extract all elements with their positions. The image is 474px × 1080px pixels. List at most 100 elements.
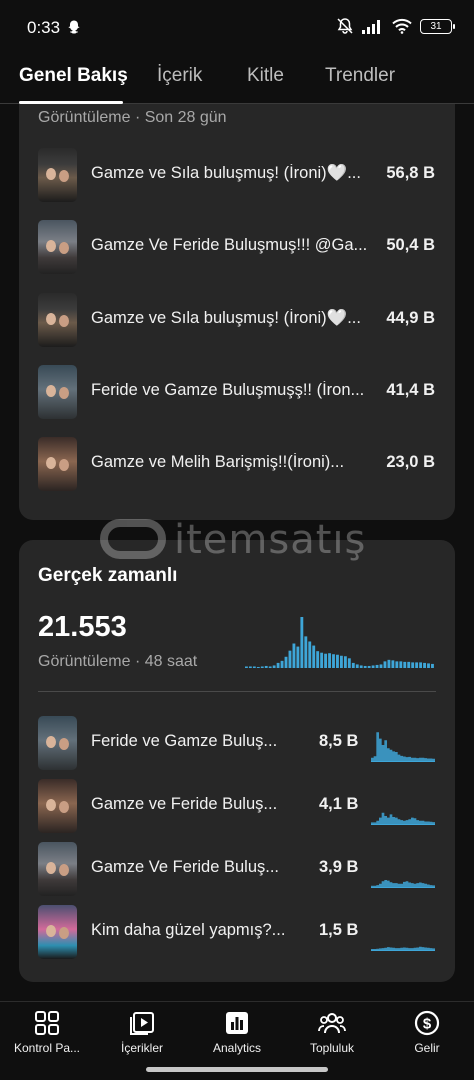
realtime-bar xyxy=(320,652,324,668)
realtime-bar xyxy=(359,665,363,668)
realtime-bar xyxy=(355,664,359,668)
snapchat-ghost-icon xyxy=(68,20,80,34)
video-title: Gamze Ve Feride Buluş... xyxy=(91,858,280,876)
realtime-bar xyxy=(248,666,252,668)
realtime-video-row[interactable]: Feride ve Gamze Buluş... 8,5 B xyxy=(19,716,455,770)
realtime-bar xyxy=(336,654,339,668)
realtime-bar xyxy=(268,666,272,668)
analytics-tabs: Genel Bakış İçerik Kitle Trendler xyxy=(0,50,474,104)
trend-area xyxy=(371,879,435,888)
video-thumbnail xyxy=(38,293,77,347)
video-trend-chart xyxy=(371,879,435,888)
nav-community[interactable]: Topluluk xyxy=(285,1009,379,1055)
nav-content[interactable]: İçerikler xyxy=(95,1009,189,1055)
realtime-bar xyxy=(304,636,308,668)
top-content-row[interactable]: Gamze Ve Feride Buluşmuş!!! @Ga... 50,4 … xyxy=(19,220,455,274)
video-thumbnail xyxy=(38,779,77,833)
realtime-bar xyxy=(296,646,300,668)
realtime-bar xyxy=(411,662,415,668)
realtime-bar xyxy=(300,617,304,668)
video-thumbnail xyxy=(38,148,77,202)
video-title: Feride ve Gamze Buluş... xyxy=(91,732,278,750)
realtime-video-row[interactable]: Gamze ve Feride Buluş... 4,1 B xyxy=(19,779,455,833)
nav-dashboard[interactable]: Kontrol Pa... xyxy=(0,1009,94,1055)
nav-label: Topluluk xyxy=(309,1041,355,1055)
realtime-bar xyxy=(272,665,276,668)
video-title: Gamze ve Feride Buluş... xyxy=(91,795,278,813)
video-trend-chart xyxy=(371,946,435,951)
realtime-bar xyxy=(288,650,292,668)
realtime-bar xyxy=(379,664,383,668)
home-indicator[interactable] xyxy=(146,1067,328,1072)
realtime-card[interactable]: Gerçek zamanlı 21.553 Görüntüleme · 48 s… xyxy=(19,540,455,982)
top-content-card: Görüntüleme · Son 28 gün Gamze ve Sıla b… xyxy=(19,104,455,520)
realtime-bar xyxy=(343,656,347,668)
realtime-title: Gerçek zamanlı xyxy=(38,565,178,586)
tab-audience[interactable]: Kitle xyxy=(247,65,284,87)
realtime-bar xyxy=(252,666,256,668)
realtime-bar xyxy=(407,661,411,668)
realtime-bar xyxy=(383,661,387,668)
battery-level: 31 xyxy=(430,20,442,32)
status-icons: 31 xyxy=(336,17,455,35)
battery-icon: 31 xyxy=(420,18,455,34)
video-views: 50,4 B xyxy=(386,236,435,254)
realtime-bar xyxy=(264,665,268,668)
nav-analytics[interactable]: Analytics xyxy=(190,1009,284,1055)
realtime-bar xyxy=(292,643,296,668)
realtime-bar xyxy=(415,662,419,668)
top-content-row[interactable]: Gamze ve Sıla buluşmuş! (İroni)🤍... 44,9… xyxy=(19,293,455,347)
video-thumbnail xyxy=(38,220,77,274)
realtime-bar xyxy=(308,641,312,668)
nav-earn[interactable]: $ Gelir xyxy=(380,1009,474,1055)
realtime-bar xyxy=(371,665,375,668)
realtime-bar xyxy=(423,662,426,668)
divider xyxy=(38,691,436,692)
realtime-bar xyxy=(316,651,320,668)
signal-icon xyxy=(362,19,380,34)
realtime-video-row[interactable]: Gamze Ve Feride Buluş... 3,9 B xyxy=(19,842,455,896)
tab-content[interactable]: İçerik xyxy=(157,65,202,87)
realtime-bar xyxy=(260,666,264,668)
wifi-icon xyxy=(392,18,412,34)
dashboard-icon xyxy=(35,1011,59,1035)
video-views: 44,9 B xyxy=(386,309,435,327)
realtime-hourly-chart xyxy=(245,617,434,668)
video-title: Gamze ve Melih Barişmiş!!(İroni)... xyxy=(91,453,345,471)
status-bar: 0:33 31 xyxy=(0,0,474,50)
video-title: Kim daha güzel yapmış?... xyxy=(91,921,286,939)
realtime-bar xyxy=(403,661,407,668)
top-content-row[interactable]: Gamze ve Melih Barişmiş!!(İroni)... 23,0… xyxy=(19,437,455,491)
video-title: Feride ve Gamze Buluşmuşş!! (İron... xyxy=(91,381,365,399)
analytics-icon xyxy=(226,1012,248,1034)
realtime-bar xyxy=(367,665,371,668)
realtime-video-row[interactable]: Kim daha güzel yapmış?... 1,5 B xyxy=(19,905,455,959)
top-content-row[interactable]: Feride ve Gamze Buluşmuşş!! (İron... 41,… xyxy=(19,365,455,419)
trend-area xyxy=(371,812,435,825)
realtime-bar xyxy=(427,663,430,668)
status-time: 0:33 xyxy=(27,18,61,37)
video-thumbnail xyxy=(38,716,77,770)
video-views: 23,0 B xyxy=(386,453,435,471)
video-trend-chart xyxy=(371,812,435,825)
video-views: 41,4 B xyxy=(386,381,435,399)
video-thumbnail xyxy=(38,905,77,959)
top-content-row[interactable]: Gamze ve Sıla buluşmuş! (İroni)🤍... 56,8… xyxy=(19,148,455,202)
trend-area xyxy=(371,732,435,762)
nav-label: Analytics xyxy=(212,1041,262,1055)
realtime-bar xyxy=(276,662,280,668)
realtime-bar xyxy=(387,659,391,668)
realtime-bar xyxy=(280,660,284,668)
realtime-subtitle: Görüntüleme · 48 saat xyxy=(38,653,198,670)
top-content-subtitle: Görüntüleme · Son 28 gün xyxy=(38,109,227,126)
community-icon xyxy=(318,1013,346,1034)
video-title: Gamze Ve Feride Buluşmuş!!! @Ga... xyxy=(91,236,368,254)
realtime-bar xyxy=(284,656,288,668)
tab-trends[interactable]: Trendler xyxy=(325,65,395,87)
video-views: 3,9 B xyxy=(319,858,359,876)
realtime-bar xyxy=(332,654,335,668)
tab-overview[interactable]: Genel Bakış xyxy=(19,65,128,87)
video-title: Gamze ve Sıla buluşmuş! (İroni)🤍... xyxy=(91,309,361,327)
realtime-bar xyxy=(347,658,351,668)
svg-text:$: $ xyxy=(423,1016,432,1033)
